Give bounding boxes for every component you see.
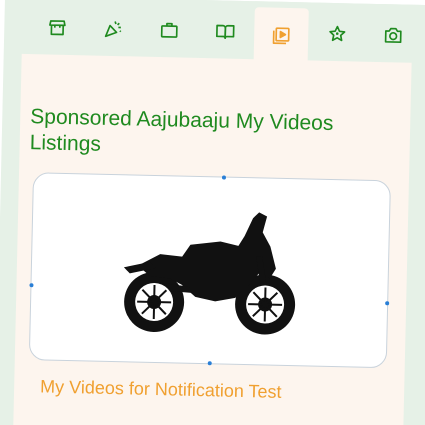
tab-store[interactable] [30,2,85,53]
app-viewport: Sponsored Aajubaaju My Videos Listings M… [0,0,425,425]
store-icon [49,20,66,36]
video-library-icon [272,27,290,45]
section-title: Sponsored Aajubaaju My Videos Listings [29,105,334,156]
star-sparkle-icon [329,25,346,42]
tab-favorites[interactable] [310,8,365,59]
party-popper-icon [104,21,122,38]
resize-handle-bottom[interactable] [207,361,212,366]
tab-photos[interactable] [366,10,421,61]
tab-business[interactable] [142,5,197,56]
resize-handle-right[interactable] [385,301,390,306]
content-panel: Sponsored Aajubaaju My Videos Listings M… [13,53,412,425]
tab-reading[interactable] [198,6,253,57]
motorcycle-image [123,212,296,335]
briefcase-icon [160,22,178,38]
app-screen: Sponsored Aajubaaju My Videos Listings M… [0,0,425,425]
tab-celebrate[interactable] [86,3,141,54]
video-title[interactable]: My Videos for Notification Test [40,376,282,402]
tab-videos[interactable] [253,7,309,65]
resize-handle-left[interactable] [29,283,34,288]
video-card[interactable] [28,172,391,369]
camera-icon [384,27,402,44]
resize-handle-top[interactable] [221,175,227,180]
open-book-icon [216,24,235,40]
